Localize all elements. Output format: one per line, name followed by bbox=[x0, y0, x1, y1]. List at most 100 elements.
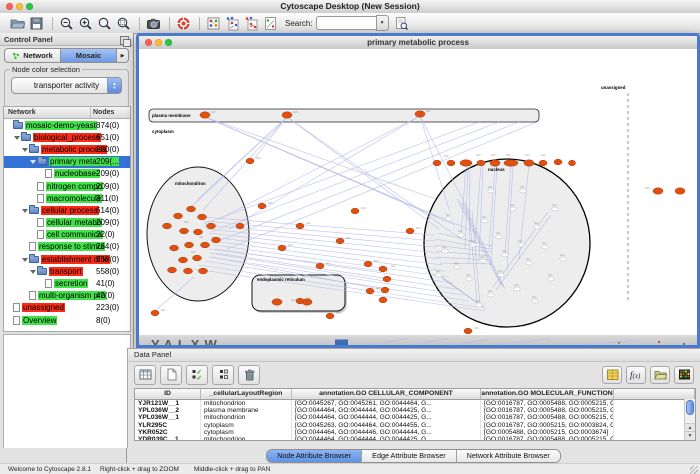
tree-row[interactable]: establishment of lo558(0) bbox=[4, 253, 130, 265]
search-dropdown-arrow[interactable]: ▼ bbox=[376, 15, 389, 31]
import-attributes-icon[interactable] bbox=[650, 366, 670, 384]
svg-text:GO:..: GO:.. bbox=[346, 236, 353, 240]
tree-row-label: biological_process bbox=[33, 133, 101, 142]
tab-edge-attribute-browser[interactable]: Edge Attribute Browser bbox=[362, 450, 457, 462]
window-title: Cytoscape Desktop (New Session) bbox=[0, 0, 700, 13]
tab-node-attribute-browser[interactable]: Node Attribute Browser bbox=[267, 450, 362, 462]
disclosure-triangle-icon[interactable] bbox=[22, 145, 29, 154]
unselect-attributes-icon[interactable] bbox=[212, 365, 234, 385]
tree-row[interactable]: response to stimul264(0) bbox=[4, 241, 130, 253]
attribute-batch-icon[interactable] bbox=[602, 366, 622, 384]
tree-row[interactable]: transport558(0) bbox=[4, 265, 130, 277]
tree-col-network[interactable]: Network bbox=[4, 107, 90, 118]
table-row[interactable]: YPL036W__2plasma membrane[GO:0044464, GO… bbox=[135, 407, 695, 414]
svg-text:GO:..: GO:.. bbox=[470, 239, 476, 243]
disclosure-triangle-icon[interactable] bbox=[30, 267, 37, 276]
node-color-dropdown[interactable]: transporter activity ▲▼ bbox=[11, 77, 122, 94]
svg-text:GO:..: GO:.. bbox=[466, 273, 472, 277]
table-column-header[interactable]: ID bbox=[135, 389, 201, 399]
open-icon[interactable] bbox=[9, 15, 26, 32]
new-attribute-icon[interactable] bbox=[160, 365, 182, 385]
table-row[interactable]: YKR052Ccytoplasm[GO:0044464, GO:0044446,… bbox=[135, 429, 695, 436]
disclosure-triangle-icon[interactable] bbox=[30, 157, 37, 166]
attribute-table-icon[interactable] bbox=[134, 365, 156, 385]
table-cell: YJR121W__1 bbox=[135, 400, 201, 407]
tree-row[interactable]: metabolic process280(0) bbox=[4, 143, 130, 155]
save-icon[interactable] bbox=[28, 15, 45, 32]
tree-row-label: cell communica bbox=[46, 230, 103, 239]
tab-network[interactable]: Network bbox=[4, 48, 60, 63]
svg-text:GO:..: GO:.. bbox=[184, 220, 191, 224]
help-icon[interactable] bbox=[175, 15, 192, 32]
layout-alt-icon[interactable] bbox=[243, 15, 260, 32]
tree-row[interactable]: biological_process651(0) bbox=[4, 131, 130, 143]
dropdown-value: transporter activity bbox=[34, 81, 99, 90]
table-column-header[interactable]: _cellularLayoutRegion bbox=[201, 389, 292, 399]
svg-text:unassigned: unassigned bbox=[601, 85, 626, 90]
tab-overflow-arrow[interactable]: ▶ bbox=[117, 48, 129, 63]
svg-text:✓: ✓ bbox=[196, 375, 201, 381]
svg-text:GO:..: GO:.. bbox=[361, 206, 368, 210]
select-attributes-icon[interactable]: ✓✓ bbox=[186, 365, 208, 385]
tree-row[interactable]: cellular process614(0) bbox=[4, 204, 130, 216]
zoom-selected-icon[interactable] bbox=[115, 15, 132, 32]
tree-row[interactable]: macromolecule311(0) bbox=[4, 192, 130, 204]
network-canvas[interactable]: GO:.. GO:.. GO:.. GO:.. GO:.. GO:.. GO:.. GO:..… bbox=[139, 49, 697, 335]
svg-text:GO:..: GO:.. bbox=[306, 296, 313, 300]
svg-text:GO:..: GO:.. bbox=[191, 250, 198, 254]
tree-row[interactable]: cell communica22(0) bbox=[4, 229, 130, 241]
zoom-in-icon[interactable] bbox=[77, 15, 94, 32]
table-row[interactable]: YLR295Ccytoplasm[GO:0045263, GO:0044464,… bbox=[135, 422, 695, 429]
control-panel-header: Control Panel bbox=[0, 33, 133, 46]
tree-row[interactable]: unassigned223(0) bbox=[4, 302, 130, 314]
tree-row-node-count: 264(0) bbox=[96, 242, 119, 251]
control-panel-footer bbox=[0, 448, 127, 463]
zoom-fit-icon[interactable] bbox=[96, 15, 113, 32]
window-titlebar: Cytoscape Desktop (New Session) bbox=[0, 0, 700, 14]
tree-row[interactable]: multi-organism pro42(0) bbox=[4, 290, 130, 302]
tab-network-attribute-browser[interactable]: Network Attribute Browser bbox=[457, 450, 560, 462]
disclosure-triangle-icon[interactable] bbox=[22, 206, 29, 215]
table-row[interactable]: YJR121W__1mitochondrion[GO:0045267, GO:0… bbox=[135, 400, 695, 407]
network-frame-titlebar[interactable]: primary metabolic process bbox=[139, 36, 697, 50]
matrix-icon[interactable] bbox=[674, 366, 694, 384]
formula-icon[interactable]: f(x) bbox=[626, 366, 646, 384]
tree-row[interactable]: primary metabo209(... bbox=[4, 156, 130, 168]
table-scrollbar[interactable]: ▲ ▼ bbox=[684, 399, 695, 440]
tree-row[interactable]: Overview8(0) bbox=[4, 314, 130, 326]
svg-text:GO:..: GO:.. bbox=[161, 308, 168, 312]
table-column-header[interactable]: annotation.GO MOLECULAR_FUNCTION bbox=[481, 389, 614, 399]
tree-row-node-count: 209(0) bbox=[96, 182, 119, 191]
float-panel-icon[interactable] bbox=[120, 36, 129, 45]
tree-row[interactable]: mosaic-demo-yeast874(0) bbox=[4, 119, 130, 131]
overview-icon[interactable] bbox=[205, 15, 222, 32]
file-icon bbox=[37, 194, 44, 203]
table-row[interactable]: YDR039C__1mitochondrion[GO:0044464, GO:0… bbox=[135, 436, 695, 441]
table-row[interactable]: YPL036W__1mitochondrion[GO:0044464, GO:0… bbox=[135, 414, 695, 421]
delete-attribute-icon[interactable] bbox=[238, 365, 260, 385]
table-column-header[interactable]: annotation.GO CELLULAR_COMPONENT bbox=[292, 389, 481, 399]
folder-icon bbox=[29, 256, 39, 263]
scrollbar-thumb[interactable] bbox=[686, 400, 694, 415]
scroll-down-icon[interactable]: ▼ bbox=[685, 431, 695, 440]
zoom-out-icon[interactable] bbox=[58, 15, 75, 32]
layout-icon[interactable] bbox=[224, 15, 241, 32]
tree-row-node-count: 209(0) bbox=[96, 169, 119, 178]
tab-mosaic[interactable]: Mosaic bbox=[60, 48, 117, 63]
tree-col-nodes[interactable]: Nodes bbox=[90, 107, 130, 118]
tree-row[interactable]: secretion41(0) bbox=[4, 277, 130, 289]
tree-row[interactable]: nitrogen compo209(0) bbox=[4, 180, 130, 192]
vizmapper-icon[interactable] bbox=[262, 15, 279, 32]
disclosure-triangle-icon[interactable] bbox=[22, 255, 29, 264]
toolbar-separator bbox=[199, 17, 200, 30]
search-box: ▼ bbox=[316, 17, 389, 29]
resize-grip[interactable] bbox=[690, 466, 698, 474]
tree-row[interactable]: nucleobase-209(0) bbox=[4, 168, 130, 180]
disclosure-triangle-icon[interactable] bbox=[14, 133, 21, 142]
search-input[interactable] bbox=[316, 16, 376, 30]
tree-row-node-count: 311(0) bbox=[96, 194, 119, 203]
network-graph[interactable]: GO:.. GO:.. GO:.. GO:.. GO:.. GO:.. GO:.. GO:..… bbox=[139, 49, 697, 335]
snapshot-icon[interactable] bbox=[145, 15, 162, 32]
find-network-icon[interactable] bbox=[393, 15, 410, 32]
tree-row[interactable]: cellular metabo209(0) bbox=[4, 217, 130, 229]
